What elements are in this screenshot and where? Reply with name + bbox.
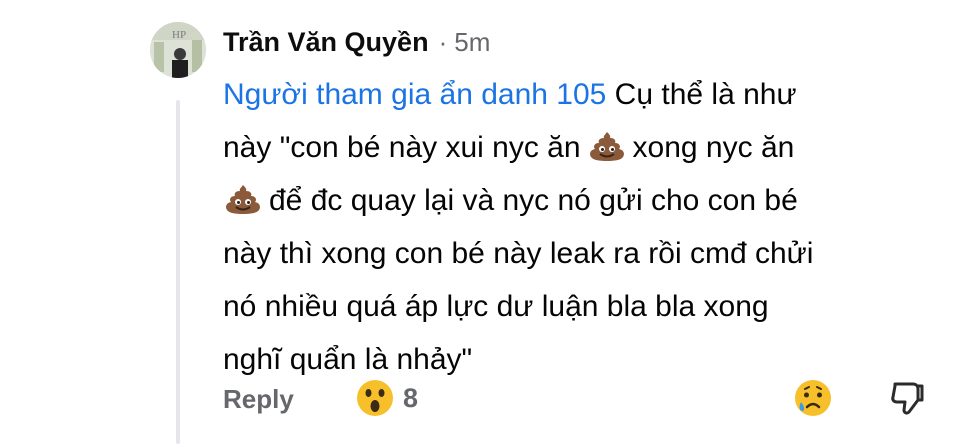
reaction-summary[interactable]: 8 [355,376,418,420]
svg-text:HP: HP [172,29,186,41]
reply-button[interactable]: Reply [223,384,294,415]
comment-text-2b: xong nyc ăn [632,131,795,164]
separator-dot: · [438,26,448,57]
dislike-button[interactable] [887,378,927,418]
comment-text-3: để đc quay lại và nyc nó gửi cho con bé [269,184,798,217]
avatar-image: HP [150,22,206,78]
timestamp[interactable]: 5m [454,27,490,58]
pile-of-poo-emoji [226,185,260,214]
comment-actions: Reply 8 [223,376,943,420]
comment-line-3: để đc quay lại và nyc nó gửi cho con bé [223,174,943,227]
reaction-count: 8 [403,382,419,413]
comment-line-2: này "con bé này xui nyc ăn xong nyc ăn [223,121,943,174]
mention-link[interactable]: Người tham gia ẩn danh 105 [223,78,606,111]
sad-reaction-button[interactable] [793,378,833,418]
comment-header: Trần Văn Quyền · 5m [223,22,490,62]
comment-line-4: này thì xong con bé này leak ra rồi cmđ … [223,237,814,270]
comment-text-1: Cụ thể là như [606,78,797,111]
pile-of-poo-emoji [589,132,624,161]
avatar[interactable]: HP [150,22,206,78]
comment-line-1: Người tham gia ẩn danh 105 Cụ thể là như [223,68,943,121]
comment-text-2a: này "con bé này xui nyc ăn [223,131,581,164]
surprised-face-emoji [357,380,393,416]
thumbs-down-icon [891,382,924,415]
author-name[interactable]: Trần Văn Quyền [223,27,429,58]
comment-body: Người tham gia ẩn danh 105 Cụ thể là như… [223,68,943,386]
comment-line-5: nó nhiều quá áp lực dư luận bla bla xong [223,290,769,323]
thread-line [176,100,180,444]
sad-face-emoji [795,380,831,416]
